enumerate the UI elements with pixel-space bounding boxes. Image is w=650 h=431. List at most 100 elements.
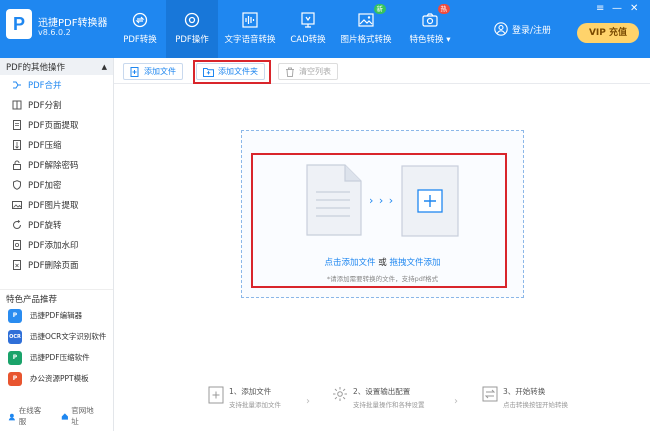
sidebar-item-label: PDF合并 (28, 81, 62, 91)
add-file-label: 添加文件 (144, 67, 176, 76)
sidebar-item-delete-page[interactable]: PDF删除页面 (0, 255, 113, 275)
gear-icon (184, 12, 200, 28)
sidebar-item-label: PDF加密 (28, 181, 62, 191)
sidebar-item-watermark[interactable]: PDF添加水印 (0, 235, 113, 255)
sidebar-item-label: PDF图片提取 (28, 201, 79, 211)
pdf-editor-icon: P (8, 308, 22, 323)
sidebar-item-label: PDF添加水印 (28, 241, 79, 251)
trash-icon (286, 67, 294, 77)
product-ocr[interactable]: OCR 迅捷OCR文字识别软件 (0, 326, 113, 347)
online-service-label: 在线客服 (18, 406, 42, 426)
sidebar-item-label: PDF压缩 (28, 141, 62, 151)
official-site-link[interactable]: 官网地址 (61, 405, 106, 427)
page-icon (13, 120, 21, 130)
sidebar-item-label: PDF旋转 (28, 221, 62, 231)
headset-icon (8, 413, 15, 420)
split-icon (12, 100, 22, 110)
image-icon (12, 201, 22, 209)
settings-gear-icon (333, 387, 347, 401)
delete-page-icon (13, 260, 21, 270)
sidebar-item-pdf-merge[interactable]: PDF合并 (0, 75, 113, 95)
vip-recharge-button[interactable]: VIP 充值 (577, 23, 639, 43)
step-subtitle: 支持批量添加文件 (229, 401, 281, 409)
sidebar-footer: 在线客服 官网地址 (8, 405, 113, 427)
login-button[interactable]: 登录/注册 (494, 22, 551, 36)
nav-label: CAD转换 (290, 35, 326, 45)
clear-list-button[interactable]: 清空列表 (278, 63, 338, 80)
convert-icon (482, 386, 498, 402)
new-badge: 新 (373, 4, 386, 14)
ppt-icon: P (8, 371, 22, 386)
rotate-icon (13, 220, 21, 229)
nav-label: 图片格式转换 (340, 35, 392, 45)
nav-special-convert[interactable]: 热 特色转换 ▾ (398, 0, 462, 58)
step-title: 2、设置输出配置 (353, 387, 411, 396)
sidebar-item-remove-password[interactable]: PDF解除密码 (0, 155, 113, 175)
sidebar-item-rotate[interactable]: PDF旋转 (0, 215, 113, 235)
nav-label: 文字语音转换 (224, 35, 276, 45)
step-subtitle: 支持批量操作和各种设置 (353, 401, 425, 409)
sidebar-item-compress[interactable]: PDF压缩 (0, 135, 113, 155)
sidebar: PDF的其他操作 ▲ PDF合并 PDF分割 PDF页面提取 PDF压缩 PDF… (0, 58, 114, 431)
product-pdf-editor[interactable]: P 迅捷PDF编辑器 (0, 305, 113, 326)
sidebar-item-label: PDF分割 (28, 101, 62, 111)
sidebar-section-header[interactable]: PDF的其他操作 ▲ (0, 58, 113, 75)
nav-pdf-operate[interactable]: PDF操作 (166, 0, 218, 58)
nav-label: 特色转换 ▾ (409, 35, 451, 45)
nav-label: PDF操作 (175, 35, 209, 45)
step-title: 3、开始转换 (503, 387, 546, 396)
menu-icon[interactable]: ≡ (596, 3, 604, 14)
sidebar-item-label: PDF页面提取 (28, 121, 79, 131)
sidebar-item-encrypt[interactable]: PDF加密 (0, 175, 113, 195)
sidebar-item-pdf-split[interactable]: PDF分割 (0, 95, 113, 115)
online-service-link[interactable]: 在线客服 (8, 405, 53, 427)
nav-cad[interactable]: CAD转换 (282, 0, 334, 58)
compress-icon (13, 140, 21, 150)
user-icon (494, 22, 508, 36)
add-file-icon (130, 66, 139, 77)
add-file-button[interactable]: 添加文件 (123, 63, 183, 80)
minimize-icon[interactable]: — (612, 3, 622, 14)
app-header: P 迅捷PDF转换器 v8.6.0.2 PDF转换 PDF操作 文字语音转换 C… (0, 0, 650, 58)
add-file-step-icon (208, 386, 224, 404)
products-section-title: 特色产品推荐 (0, 289, 113, 305)
step-title: 1、添加文件 (229, 387, 272, 396)
product-label: 迅捷PDF压缩软件 (30, 353, 90, 362)
product-ppt-templates[interactable]: P 办公资源PPT模板 (0, 368, 113, 389)
step-add-file: 1、添加文件 支持批量添加文件 (208, 386, 281, 409)
step-subtitle: 点击转换按钮开始转换 (503, 401, 568, 409)
sidebar-item-label: PDF删除页面 (28, 261, 79, 271)
app-name: 迅捷PDF转换器 (38, 18, 108, 29)
nav-label: PDF转换 (123, 35, 157, 45)
chevron-right-icon: › (454, 396, 458, 407)
clear-list-label: 清空列表 (299, 67, 331, 76)
refresh-icon (132, 12, 148, 28)
product-label: 迅捷PDF编辑器 (30, 311, 83, 320)
watermark-icon (13, 240, 21, 250)
steps-bar: 1、添加文件 支持批量添加文件 › 2、设置输出配置 支持批量操作和各种设置 ›… (114, 386, 650, 416)
step-start-convert: 3、开始转换 点击转换按钮开始转换 (482, 386, 568, 409)
sidebar-item-image-extract[interactable]: PDF图片提取 (0, 195, 113, 215)
toolbar: 添加文件 添加文件夹 清空列表 (114, 58, 650, 84)
official-site-label: 官网地址 (71, 406, 94, 426)
home-icon (61, 412, 68, 420)
nav-pdf-convert[interactable]: PDF转换 (114, 0, 166, 58)
sidebar-item-page-extract[interactable]: PDF页面提取 (0, 115, 113, 135)
cad-icon (301, 12, 315, 28)
chevron-up-icon: ▲ (101, 62, 107, 71)
unlock-icon (13, 160, 21, 170)
product-pdf-compressor[interactable]: P 迅捷PDF压缩软件 (0, 347, 113, 368)
app-version: v8.6.0.2 (38, 28, 71, 37)
main-nav: PDF转换 PDF操作 文字语音转换 CAD转换 新 图片格式转换 热 特色转换… (114, 0, 462, 58)
product-label: 迅捷OCR文字识别软件 (30, 332, 107, 341)
merge-icon (13, 81, 21, 89)
sidebar-section-title: PDF的其他操作 (6, 62, 66, 73)
product-label: 办公资源PPT模板 (30, 374, 89, 383)
nav-image-format[interactable]: 新 图片格式转换 (334, 0, 398, 58)
app-logo: P (6, 9, 32, 39)
chevron-right-icon: › (306, 396, 310, 407)
waveform-icon (242, 12, 258, 28)
close-icon[interactable]: ✕ (630, 3, 638, 14)
ocr-icon: OCR (8, 329, 22, 344)
nav-text-speech[interactable]: 文字语音转换 (218, 0, 282, 58)
